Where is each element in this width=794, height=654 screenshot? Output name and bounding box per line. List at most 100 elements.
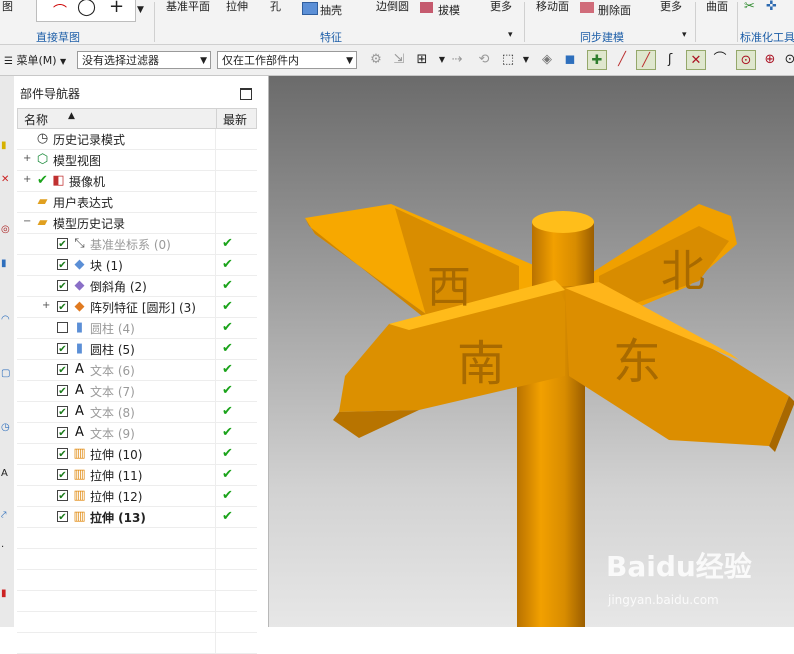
delete-face-button[interactable]: 删除面: [598, 2, 631, 18]
resource-icon[interactable]: A: [1, 468, 12, 479]
resource-icon[interactable]: ◎: [1, 224, 12, 235]
resource-icon[interactable]: ⤤: [1, 510, 12, 521]
standard-tool-2-icon[interactable]: ✜: [766, 0, 777, 14]
column-name-header[interactable]: 名称: [24, 111, 48, 128]
intersection-snap-icon[interactable]: ✕: [686, 50, 706, 70]
group-sync-expand-icon[interactable]: ▾: [682, 30, 687, 40]
tree-row[interactable]: + ⬡ 模型视图: [17, 150, 257, 171]
tree-row[interactable]: ✔ ▥ 拉伸 (13) ✔: [17, 507, 257, 528]
visibility-checkbox[interactable]: ✔: [57, 427, 68, 439]
tree-row[interactable]: ✔ A 文本 (9) ✔: [17, 423, 257, 444]
resource-icon[interactable]: ·: [1, 542, 12, 553]
lasso-icon[interactable]: ⟲: [474, 50, 494, 70]
visibility-checkbox[interactable]: ✔: [57, 280, 68, 292]
snap-point-icon[interactable]: ✚: [587, 50, 607, 70]
expand-icon[interactable]: +: [23, 153, 31, 164]
snap-icon[interactable]: ⇢: [447, 50, 467, 70]
visibility-checkbox[interactable]: ✔: [57, 490, 68, 502]
menu-button[interactable]: ☰ 菜单(M) ▼: [4, 52, 66, 68]
tree-row[interactable]: ✔ ◆ 块 (1) ✔: [17, 255, 257, 276]
datum-plane-button[interactable]: 基准平面: [166, 0, 210, 14]
visibility-checkbox[interactable]: ✔: [57, 448, 68, 460]
face-select-icon[interactable]: ◈: [537, 50, 557, 70]
sort-ascending-icon[interactable]: ▲: [68, 111, 75, 121]
visibility-checkbox[interactable]: ✔: [57, 364, 68, 376]
plus-icon[interactable]: +: [109, 0, 124, 17]
line-snap-icon[interactable]: ╱: [612, 50, 632, 70]
tree-row[interactable]: + ✔ ◧ 摄像机: [17, 171, 257, 192]
endpoint-snap-icon[interactable]: ╱: [636, 50, 656, 70]
text-icon: A: [75, 362, 84, 377]
chevron-down-icon[interactable]: ▼: [137, 5, 144, 15]
tree-row[interactable]: ✔ ▮ 圆柱 (5) ✔: [17, 339, 257, 360]
column-divider[interactable]: [216, 109, 217, 128]
chevron-down-icon[interactable]: ▼: [516, 50, 536, 70]
visibility-checkbox[interactable]: ✔: [57, 259, 68, 271]
sketch-point-icon[interactable]: ⌒: [53, 1, 67, 21]
hole-button[interactable]: 孔: [270, 0, 281, 14]
tree-row[interactable]: ✔ ◆ 倒斜角 (2) ✔: [17, 276, 257, 297]
latest-check-icon: ✔: [222, 341, 233, 356]
surface-button[interactable]: 曲面: [706, 0, 728, 14]
edge-blend-button[interactable]: 边倒圆: [376, 0, 409, 14]
visibility-checkbox[interactable]: ✔: [57, 511, 68, 523]
resource-icon[interactable]: ▢: [1, 368, 12, 379]
select-region-icon[interactable]: ⊞: [412, 50, 432, 70]
visibility-checkbox[interactable]: ✔: [57, 469, 68, 481]
group-feature-expand-icon[interactable]: ▾: [508, 30, 513, 40]
select-filter-icon[interactable]: ⇲: [389, 50, 409, 70]
body-select-icon[interactable]: ◼: [560, 50, 580, 70]
selection-scope-select[interactable]: 仅在工作部件内 ▼: [217, 51, 357, 69]
column-latest-header[interactable]: 最新: [223, 111, 247, 128]
latest-check-icon: ✔: [222, 425, 233, 440]
tree-row[interactable]: − ▰ 模型历史记录: [17, 213, 257, 234]
type-filter-select[interactable]: 没有选择过滤器 ▼: [77, 51, 211, 69]
draft-button[interactable]: 拔模: [438, 2, 460, 18]
resource-icon[interactable]: ▮: [1, 588, 12, 599]
tree-row-label: 摄像机: [69, 175, 106, 189]
visibility-checkbox[interactable]: [57, 322, 68, 333]
resource-icon[interactable]: ◷: [1, 422, 12, 433]
resource-icon[interactable]: ✕: [1, 174, 12, 185]
tree-row[interactable]: ◷ 历史记录模式: [17, 129, 257, 150]
tree-row[interactable]: ✔ A 文本 (7) ✔: [17, 381, 257, 402]
visibility-checkbox[interactable]: ✔: [57, 343, 68, 355]
tree-row[interactable]: ✔ ▥ 拉伸 (11) ✔: [17, 465, 257, 486]
standard-tool-icon[interactable]: ✂: [744, 0, 755, 14]
visible-check-icon[interactable]: ✔: [35, 173, 50, 188]
tree-row[interactable]: ✔ ▥ 拉伸 (10) ✔: [17, 444, 257, 465]
visibility-checkbox[interactable]: ✔: [57, 385, 68, 397]
tree-row[interactable]: ✔ ▥ 拉伸 (12) ✔: [17, 486, 257, 507]
center-snap-icon[interactable]: ⊙: [736, 50, 756, 70]
resource-icon[interactable]: ▮: [1, 258, 12, 269]
rectangle-select-icon[interactable]: ⬚: [498, 50, 518, 70]
quadrant-snap-icon[interactable]: ⊕: [760, 50, 780, 70]
more-snap-icon[interactable]: ⊙: [780, 50, 794, 70]
shell-button[interactable]: 抽壳: [320, 2, 342, 18]
block-icon: ◆: [74, 257, 85, 272]
tree-row[interactable]: ✔ ⤡ 基准坐标系 (0) ✔: [17, 234, 257, 255]
expand-icon[interactable]: +: [42, 300, 50, 311]
tree-row[interactable]: ✔ A 文本 (6) ✔: [17, 360, 257, 381]
more-features-button[interactable]: 更多: [490, 0, 512, 14]
tree-row[interactable]: + ✔ ◆ 阵列特征 [圆形] (3) ✔: [17, 297, 257, 318]
tree-row[interactable]: ✔ A 文本 (8) ✔: [17, 402, 257, 423]
visibility-checkbox[interactable]: ✔: [57, 301, 68, 313]
select-feature-icon[interactable]: ⚙: [366, 50, 386, 70]
tree-row[interactable]: ▰ 用户表达式: [17, 192, 257, 213]
extrude-button[interactable]: 拉伸: [226, 0, 248, 14]
tree-row[interactable]: ▮ 圆柱 (4) ✔: [17, 318, 257, 339]
expand-icon[interactable]: +: [23, 174, 31, 185]
sketch-tools: ⌒ ◯ +: [36, 0, 136, 22]
visibility-checkbox[interactable]: ✔: [57, 238, 68, 250]
curve-snap-icon[interactable]: ʃ: [660, 50, 680, 70]
collapse-icon[interactable]: −: [23, 216, 31, 227]
tangent-snap-icon[interactable]: ⌒: [710, 50, 730, 70]
resource-icon[interactable]: ◠: [1, 314, 12, 325]
move-face-button[interactable]: 移动面: [536, 0, 569, 14]
circle-icon[interactable]: ◯: [77, 0, 96, 17]
resource-icon[interactable]: ▮: [1, 140, 12, 151]
more-sync-button[interactable]: 更多: [660, 0, 682, 14]
visibility-checkbox[interactable]: ✔: [57, 406, 68, 418]
maximize-icon[interactable]: [240, 88, 252, 100]
